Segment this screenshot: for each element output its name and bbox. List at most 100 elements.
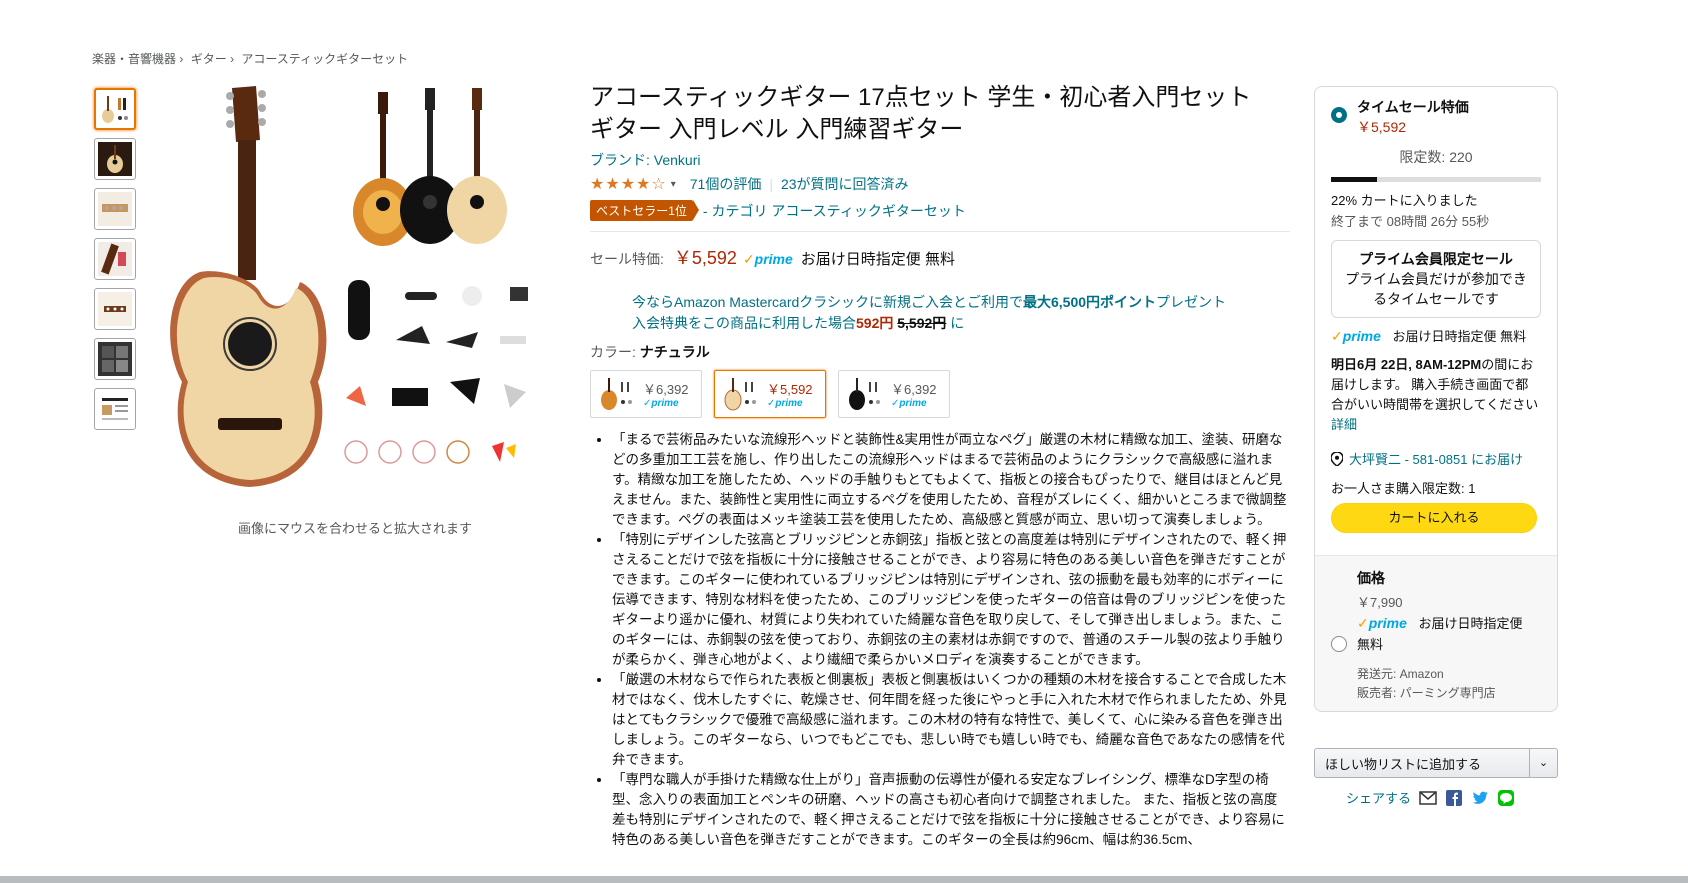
separator: | [769, 176, 773, 192]
thumbnail-accessories[interactable] [94, 338, 136, 380]
sunburst-guitar-icon [601, 378, 632, 410]
add-to-cart-button[interactable]: カートに入れる [1331, 503, 1537, 533]
deliver-to-location[interactable]: 大坪賢二 - 581-0851 にお届け [1331, 449, 1541, 468]
prime-badge: ✓prime [1357, 615, 1407, 631]
per-person-limit: お一人さま購入限定数: 1 [1331, 481, 1476, 496]
thumbnail-info[interactable] [94, 388, 136, 430]
star-rating-icon[interactable]: ★★★★☆ [590, 174, 667, 194]
qa-count-link[interactable]: 23が質問に回答済み [781, 174, 909, 194]
promo-line-1: 今ならAmazon Mastercardクラシックに新規ご入会とご利用で最大6,… [632, 292, 1290, 313]
deal-title: タイムセール特価 [1357, 99, 1469, 115]
promo-discounted-price: 592円 [856, 315, 894, 331]
swatch-prime: ✓prime [643, 398, 679, 409]
alt-price-label: 価格 [1357, 570, 1385, 586]
share-link[interactable]: シェアする [1346, 788, 1411, 807]
prime-badge: ✓prime [743, 251, 793, 268]
main-product-image[interactable] [160, 82, 550, 502]
swatch-sunburst[interactable]: ￥6,392 ✓prime [590, 370, 702, 418]
color-selector-label: カラー: ナチュラル [590, 342, 1290, 362]
chevron-down-icon[interactable]: ⌄ [1529, 749, 1557, 777]
thumbnail-guitar-set[interactable] [94, 88, 136, 130]
rating-row: ★★★★☆ ▾ 71個の評価 | 23が質問に回答済み [590, 174, 1290, 194]
alt-delivery: ✓prime お届け日時指定便 [1357, 613, 1541, 632]
brand-link[interactable]: ブランド: Venkuri [590, 150, 1290, 170]
share-row: シェアする [1346, 788, 1515, 807]
promo-line2-suffix: に [950, 315, 965, 331]
sale-price: ￥5,592 [673, 248, 737, 268]
feature-bullet: 「まるで芸術品みたいな流線形ヘッドと装飾性&実用性が両立なペグ」厳選の木材に精緻… [612, 430, 1290, 530]
breadcrumb-separator: › [230, 52, 235, 66]
thumbnail-strip [94, 88, 136, 438]
buy-box: タイムセール特価 ￥5,592 限定数: 220 22% カートに入りました 終… [1314, 86, 1558, 712]
twitter-icon[interactable] [1471, 790, 1489, 806]
promo-line-2: 入会特典をこの商品に利用した場合592円 5,592円 に [632, 313, 1290, 334]
prime-check-icon: ✓ [1357, 615, 1369, 631]
deal-radio[interactable] [1331, 107, 1347, 123]
bestseller-category-link[interactable]: - カテゴリ アコースティックギターセット [703, 201, 966, 221]
breadcrumb-acoustic-set[interactable]: アコースティックギターセット [241, 52, 408, 66]
breadcrumb-separator: › [179, 52, 184, 66]
prime-label: prime [1368, 615, 1407, 631]
prime-exclusive-title: プライム会員限定セール [1359, 251, 1513, 267]
shipping-info: 発送元: Amazon 販売者: パーミング専門店 [1357, 665, 1541, 703]
breadcrumb-musical-instruments[interactable]: 楽器・音響機器 [92, 52, 176, 66]
details-link[interactable]: 詳細 [1331, 417, 1357, 432]
prime-check-icon: ✓ [742, 251, 755, 267]
line-icon[interactable] [1497, 789, 1515, 806]
ratings-count-link[interactable]: 71個の評価 [690, 174, 762, 194]
alt-price: ￥7,990 [1357, 595, 1403, 610]
sold-by: 販売者: パーミング専門店 [1357, 686, 1496, 700]
ships-from: 発送元: Amazon [1357, 667, 1444, 681]
breadcrumb-guitar[interactable]: ギター [191, 52, 227, 66]
chevron-down-icon[interactable]: ▾ [671, 179, 676, 190]
guitar-set-image [170, 86, 528, 487]
prime-badge: ✓prime [1331, 328, 1381, 344]
alt-offer-radio[interactable] [1331, 635, 1347, 652]
price-label: セール特価: [590, 251, 664, 267]
alt-option-row[interactable]: 無料 [1331, 634, 1541, 653]
swatch-natural[interactable]: ￥5,592 ✓prime [714, 370, 826, 418]
prime-label: prime [754, 251, 793, 267]
thumbnail-fretboard[interactable] [94, 238, 136, 280]
buybox-delivery: ✓prime お届け日時指定便 無料 [1331, 326, 1541, 345]
facebook-icon[interactable] [1445, 789, 1463, 806]
claimed-progress-bar [1331, 177, 1541, 182]
divider [590, 231, 1290, 232]
email-icon[interactable] [1419, 790, 1437, 806]
headstock-thumb-icon [98, 192, 132, 226]
location-text: 大坪賢二 - 581-0851 にお届け [1349, 452, 1524, 467]
deal-option[interactable]: タイムセール特価 ￥5,592 [1331, 97, 1541, 137]
mastercard-promo[interactable]: 今ならAmazon Mastercardクラシックに新規ご入会とご利用で最大6,… [632, 292, 1290, 334]
limited-quantity: 限定数: 220 [1399, 149, 1473, 165]
info-thumb-icon [98, 392, 132, 426]
black-guitar-icon [849, 378, 880, 410]
thumbnail-headstock[interactable] [94, 188, 136, 230]
prime-label: prime [1342, 328, 1381, 344]
natural-guitar-illustration [170, 86, 327, 487]
breadcrumb: 楽器・音響機器 › ギター › アコースティックギターセット [92, 50, 408, 67]
price-row: セール特価: ￥5,592 ✓prime お届け日時指定便 無料 [590, 244, 1290, 270]
promo-suffix: プレゼント [1156, 294, 1227, 310]
fretboard-thumb-icon [98, 242, 132, 276]
thumbnail-guitar-front[interactable] [94, 138, 136, 180]
horizontal-scrollbar[interactable] [0, 876, 1688, 883]
alt-free: 無料 [1357, 637, 1384, 652]
swatch-prime: ✓prime [891, 398, 927, 409]
bestseller-badge: ベストセラー1位 [590, 200, 699, 221]
promo-line2-prefix: 入会特典をこの商品に利用した場合 [632, 315, 856, 331]
claimed-progress-fill [1331, 177, 1378, 182]
color-label: カラー: [590, 344, 636, 360]
deal-timer: 終了まで 08時間 26分 55秒 [1331, 214, 1490, 229]
color-swatches: ￥6,392 ✓prime ￥5,592 ✓prime ￥6,392 ✓prim… [590, 370, 1290, 418]
accessories-illustration [344, 280, 528, 464]
add-to-wishlist-button[interactable]: ほしい物リストに追加する ⌄ [1314, 748, 1558, 778]
feature-bullet: 「専門な職人が手掛けた精緻な仕上がり」音声振動の伝導性が優れる安定なブレイシング… [612, 770, 1290, 850]
guitar-variants-illustration [353, 88, 507, 246]
delivery-date-bold: 明日6月 22日, 8AM-12PM [1331, 357, 1482, 372]
swatch-black[interactable]: ￥6,392 ✓prime [838, 370, 950, 418]
bridge-thumb-icon [98, 292, 132, 326]
feature-bullet: 「厳選の木材ならで作られた表板と側裏板」表板と側裏板はいくつかの種類の木材を接合… [612, 670, 1290, 770]
deal-section: タイムセール特価 ￥5,592 限定数: 220 22% カートに入りました 終… [1315, 87, 1557, 533]
thumbnail-bridge[interactable] [94, 288, 136, 330]
buybox-delivery-text: お届け日時指定便 無料 [1392, 329, 1527, 344]
